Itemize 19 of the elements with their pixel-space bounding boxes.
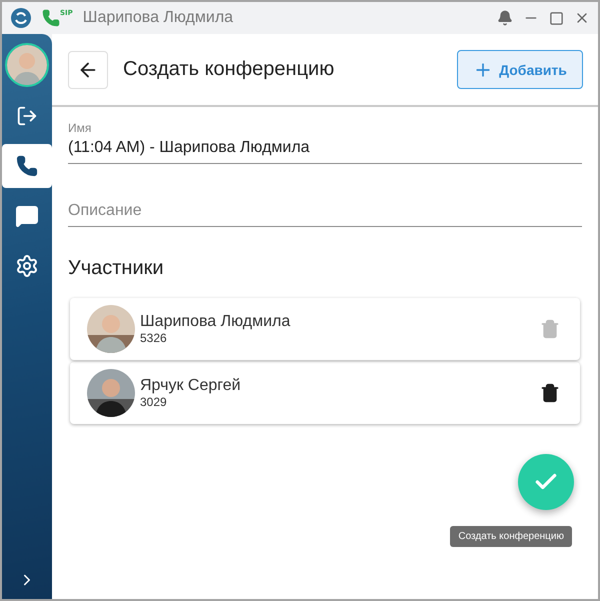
back-button[interactable] — [68, 50, 108, 88]
participant-number: 5326 — [140, 331, 168, 345]
participant-name: Шарипова Людмила — [140, 313, 292, 331]
participant-number: 3029 — [140, 395, 168, 409]
bell-icon[interactable] — [497, 10, 513, 26]
field-label: Имя — [68, 121, 92, 135]
settings-icon — [15, 254, 39, 278]
page-title: Создать конференцию — [123, 58, 336, 81]
section-title: Участники — [68, 257, 165, 280]
logout-icon — [16, 105, 38, 127]
maximize-icon[interactable] — [549, 10, 564, 26]
tooltip: Создать конференцию — [450, 526, 572, 547]
app-logo-icon — [10, 7, 32, 29]
delete-button[interactable] — [540, 383, 560, 403]
phone-icon — [16, 155, 38, 177]
window-title: Шарипова Людмила — [82, 9, 234, 27]
phone-nav-button[interactable] — [2, 144, 52, 188]
chat-icon — [15, 204, 39, 228]
participant-name: Ярчук Сергей — [140, 377, 242, 395]
